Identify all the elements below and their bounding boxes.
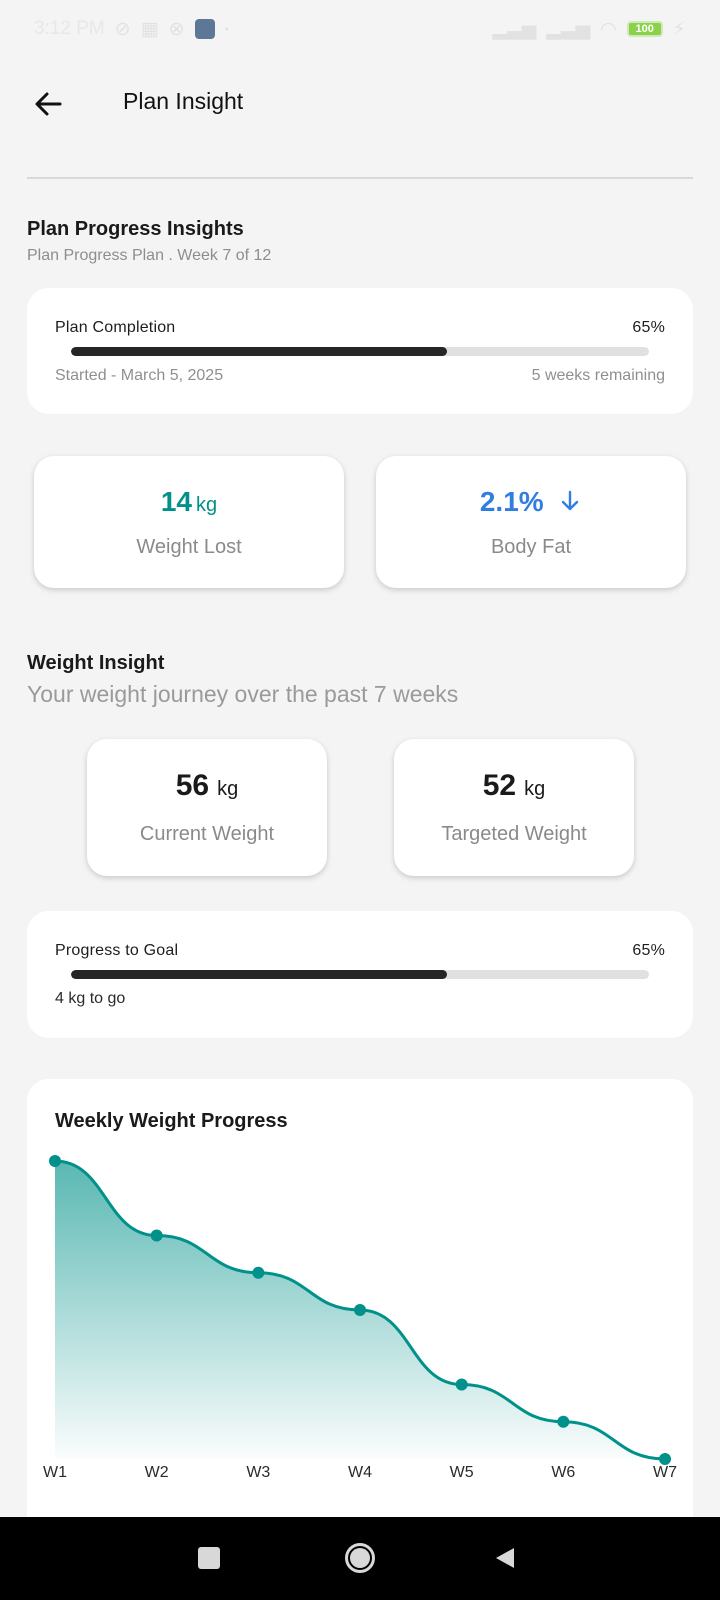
chart-point-w2 bbox=[150, 1229, 163, 1242]
app-bar: Plan Insight bbox=[0, 70, 720, 138]
recent-apps-button[interactable] bbox=[198, 1547, 220, 1569]
plan-weeks-remaining: 5 weeks remaining bbox=[531, 367, 665, 384]
chart-point-w5 bbox=[455, 1378, 468, 1391]
battery-icon: 100 bbox=[626, 21, 663, 37]
goal-progress-track bbox=[71, 970, 649, 979]
target-weight-value: 52 bbox=[482, 769, 517, 802]
plan-completion-card: Plan Completion 65% Started - March 5, 2… bbox=[27, 288, 693, 414]
weight-lost-unit: kg bbox=[196, 494, 218, 516]
body-fat-value: 2.1% bbox=[479, 486, 544, 517]
plan-completion-footer: Started - March 5, 2025 5 weeks remainin… bbox=[55, 367, 665, 385]
plan-completion-header: Plan Completion 65% bbox=[55, 319, 665, 337]
current-weight-value-row: 56 kg bbox=[87, 769, 327, 803]
body-fat-card: 2.1% Body Fat bbox=[376, 456, 686, 588]
target-weight-card: 52 kg Targeted Weight bbox=[394, 739, 634, 876]
dot-icon: • bbox=[224, 22, 229, 36]
chart-point-w4 bbox=[354, 1304, 366, 1316]
target-weight-value-row: 52 kg bbox=[394, 769, 634, 803]
current-weight-unit: kg bbox=[217, 778, 239, 800]
chart-x-tick-w7: W7 bbox=[653, 1464, 677, 1481]
weight-insight-title: Weight Insight bbox=[27, 652, 165, 674]
current-weight-label: Current Weight bbox=[139, 823, 275, 845]
current-weight-card: 56 kg Current Weight bbox=[87, 739, 327, 876]
status-time: 3:12 PM bbox=[34, 18, 105, 39]
goal-progress-percent: 65% bbox=[632, 942, 665, 959]
signal-2-icon: ▂▃▅ bbox=[546, 18, 591, 40]
chart-x-tick-w3: W3 bbox=[246, 1464, 270, 1481]
target-weight-unit: kg bbox=[524, 778, 546, 800]
home-icon bbox=[350, 1548, 370, 1568]
arrow-down-icon bbox=[561, 490, 579, 511]
system-nav-bar bbox=[0, 1517, 720, 1600]
grid-app-icon: ▦ bbox=[140, 18, 159, 40]
plan-progress-subtitle: Plan Progress Plan . Week 7 of 12 bbox=[27, 247, 272, 264]
chart-x-tick-w1: W1 bbox=[43, 1464, 67, 1481]
plan-completion-percent: 65% bbox=[632, 319, 665, 336]
body-fat-value-row: 2.1% bbox=[376, 486, 686, 518]
chart-x-tick-w5: W5 bbox=[450, 1464, 474, 1481]
status-right: ▂▃▅ ▂▃▅ ◠ 100 ⚡ bbox=[492, 18, 686, 41]
target-weight-label: Targeted Weight bbox=[441, 823, 587, 845]
chart-point-w6 bbox=[557, 1415, 570, 1428]
plan-completion-track bbox=[71, 347, 649, 356]
signal-icon: ▂▃▅ bbox=[492, 18, 537, 40]
status-left: 3:12 PM ⊘ ▦ ⊗ • bbox=[34, 18, 229, 41]
weight-lost-card: 14 kg Weight Lost bbox=[34, 456, 344, 588]
goal-remaining: 4 kg to go bbox=[55, 990, 126, 1007]
plan-progress-title: Plan Progress Insights bbox=[27, 218, 244, 240]
wifi-icon: ◠ bbox=[600, 18, 617, 40]
weight-lost-value: 14 bbox=[160, 486, 193, 517]
status-bar: 3:12 PM ⊘ ▦ ⊗ • ▂▃▅ ▂▃▅ ◠ 100 ⚡ bbox=[0, 0, 720, 58]
blocked-icon: ⊗ bbox=[168, 18, 185, 40]
goal-progress-header: Progress to Goal 65% bbox=[55, 942, 665, 960]
header-divider bbox=[27, 177, 693, 179]
chart-title: Weekly Weight Progress bbox=[55, 1110, 288, 1132]
arrow-left-icon bbox=[35, 92, 62, 116]
goal-progress-label: Progress to Goal bbox=[55, 942, 179, 959]
chart-x-tick-w6: W6 bbox=[551, 1464, 575, 1481]
weekly-weight-chart-card: Weekly Weight Progress W1 W2 W3 W4 W5 W6 W7 bbox=[27, 1079, 693, 1539]
body-fat-label: Body Fat bbox=[490, 536, 572, 558]
app-notification-icon bbox=[194, 19, 215, 39]
chart-x-tick-w4: W4 bbox=[348, 1464, 372, 1481]
back-button[interactable] bbox=[28, 84, 68, 124]
page-title: Plan Insight bbox=[123, 88, 244, 114]
plan-start-date: Started - March 5, 2025 bbox=[55, 367, 224, 384]
chart-x-tick-w2: W2 bbox=[145, 1464, 169, 1481]
home-button[interactable] bbox=[345, 1543, 375, 1573]
goal-progress-card: Progress to Goal 65% 4 kg to go bbox=[27, 911, 693, 1038]
weekly-weight-chart: W1 W2 W3 W4 W5 W6 W7 bbox=[43, 1155, 677, 1481]
goal-progress-fill bbox=[71, 970, 447, 979]
plan-completion-fill bbox=[71, 347, 447, 356]
chart-point-w3 bbox=[252, 1266, 265, 1279]
back-nav-button[interactable] bbox=[494, 1546, 516, 1570]
charging-icon: ⚡ bbox=[672, 18, 686, 40]
weight-insight-subtitle: Your weight journey over the past 7 week… bbox=[27, 681, 459, 707]
chart-point-w1 bbox=[49, 1155, 61, 1167]
current-weight-value: 56 bbox=[175, 769, 210, 802]
plan-completion-label: Plan Completion bbox=[55, 319, 176, 336]
weight-lost-label: Weight Lost bbox=[136, 536, 242, 558]
alarm-off-icon: ⊘ bbox=[114, 18, 131, 40]
weight-lost-value-row: 14 kg bbox=[34, 486, 344, 518]
